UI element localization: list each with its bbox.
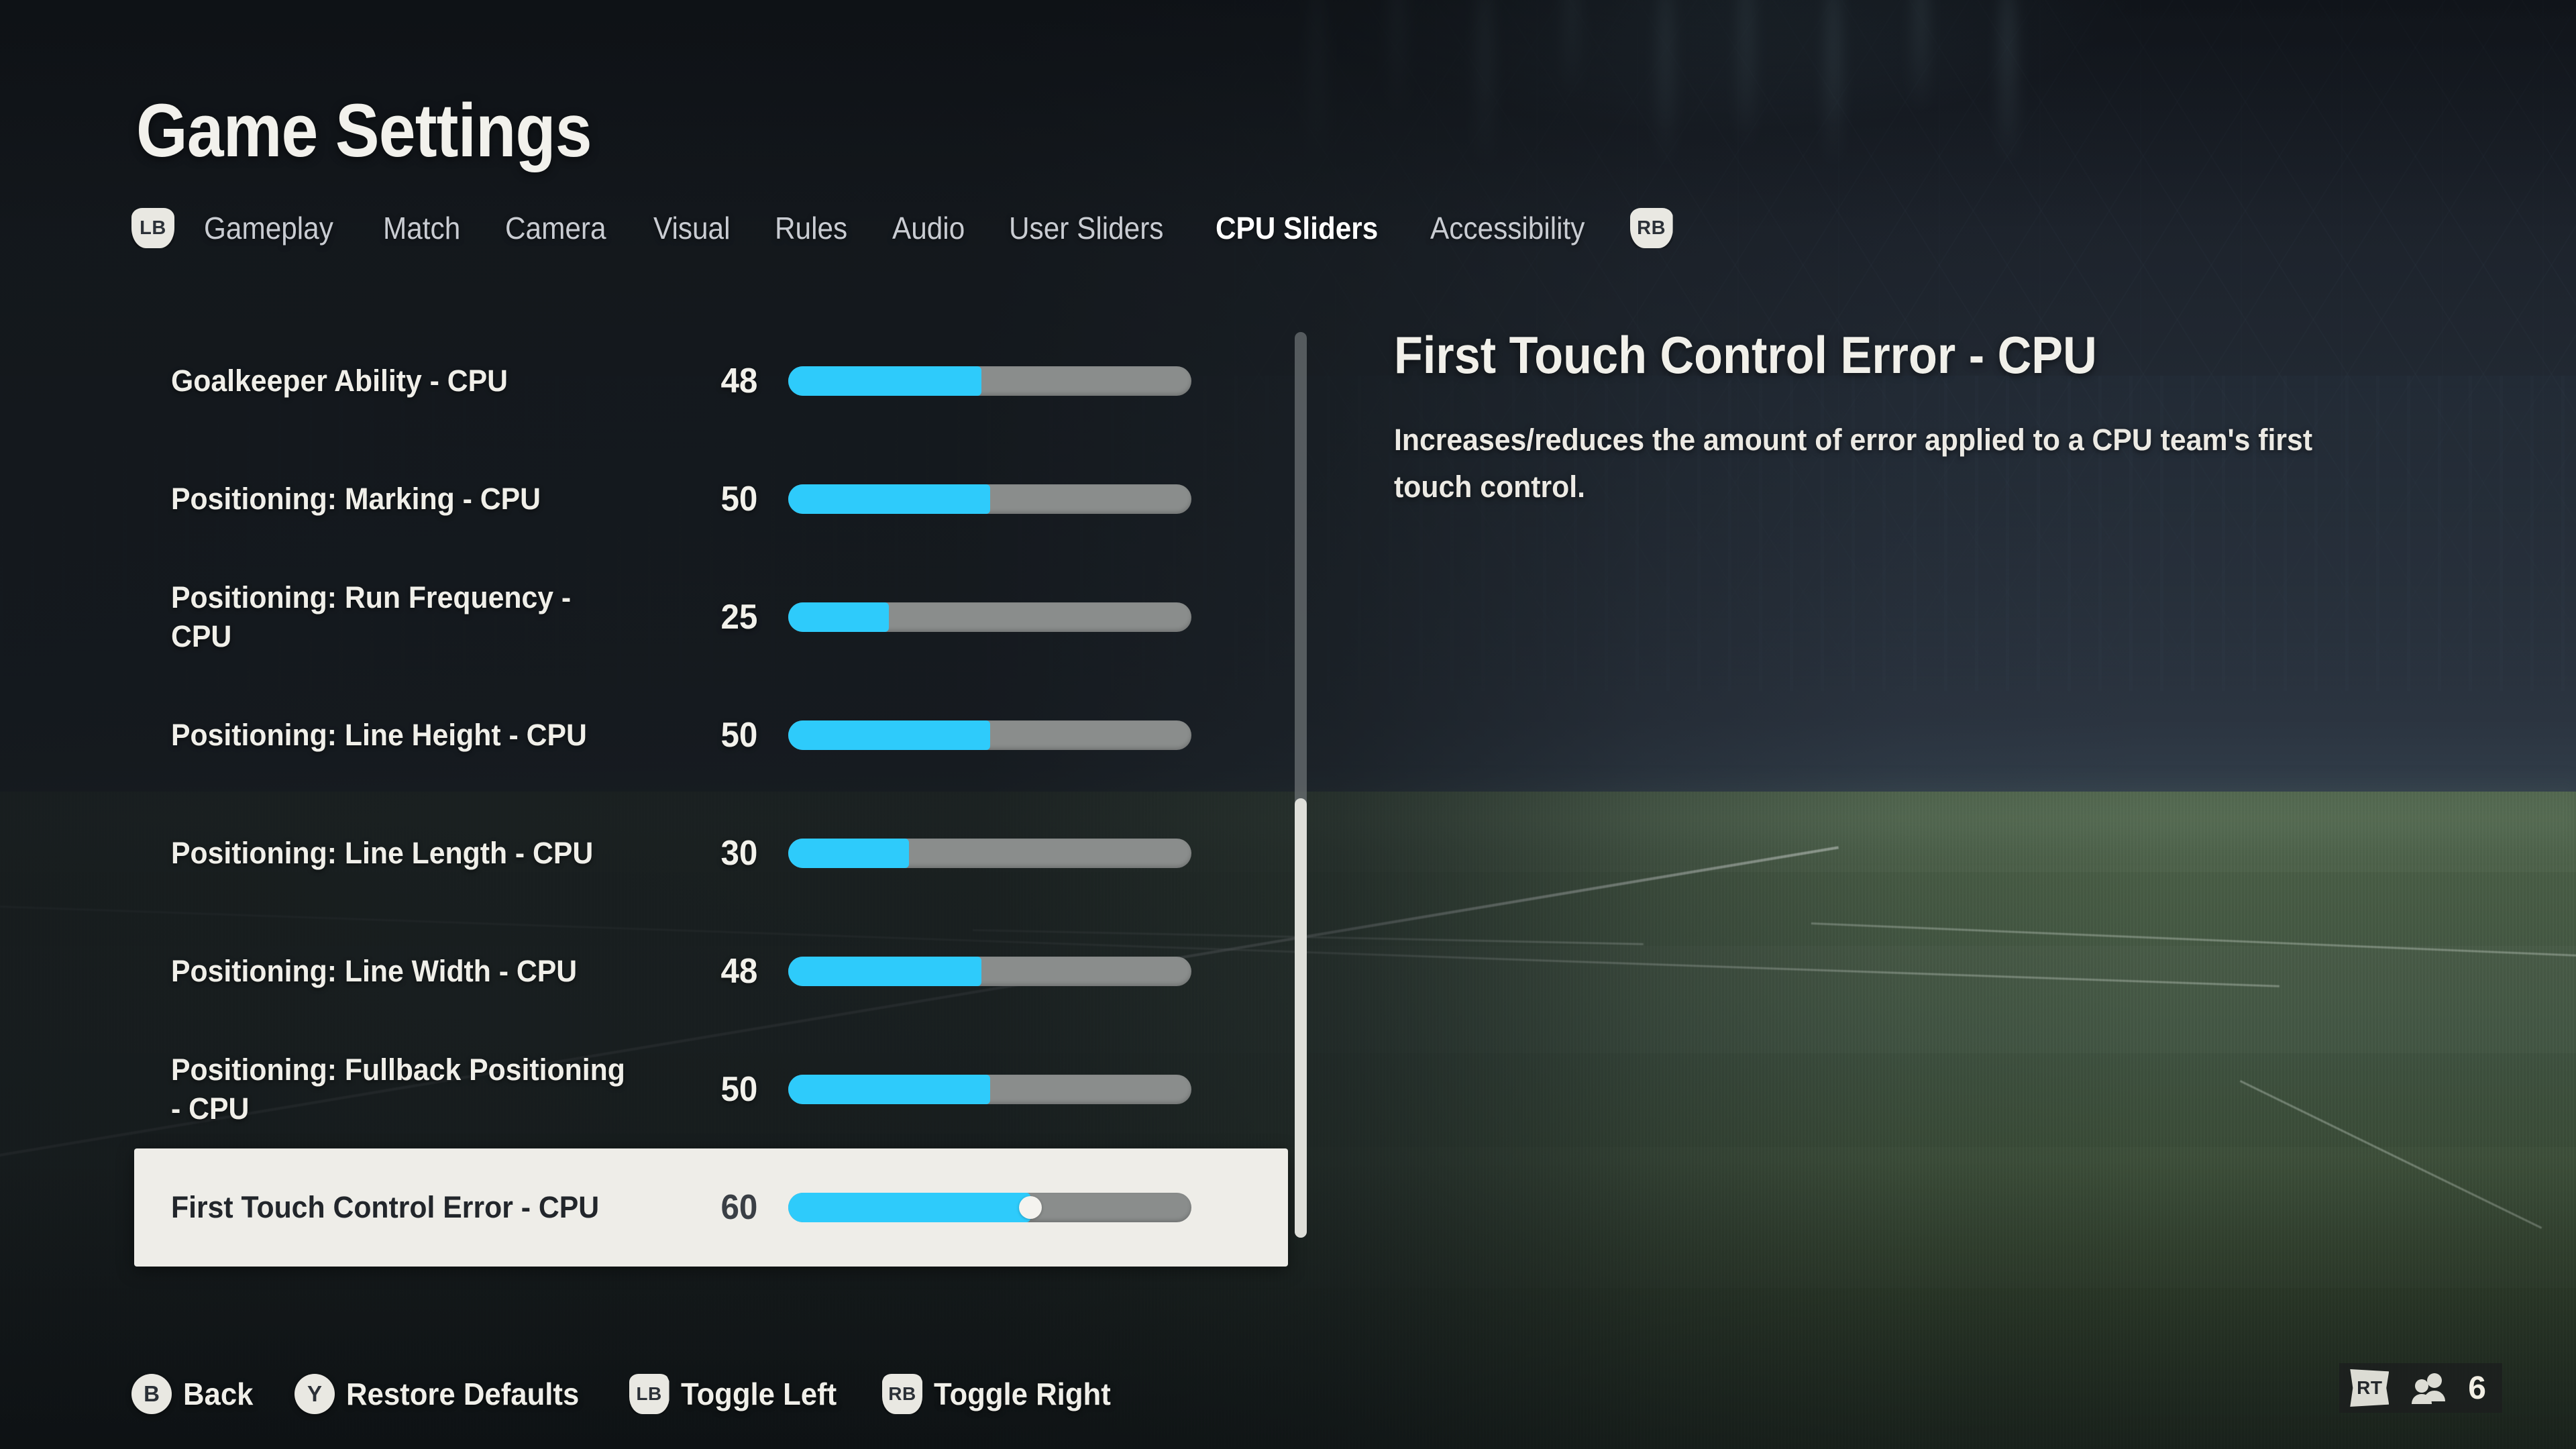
setting-label: Goalkeeper Ability - CPU bbox=[171, 364, 508, 398]
setting-slider[interactable] bbox=[788, 602, 1191, 632]
tab-bar: LB Gameplay Match Camera Visual Rules Audio Us… bbox=[131, 208, 1673, 248]
setting-slider[interactable] bbox=[788, 484, 1191, 514]
slider-fill bbox=[788, 957, 982, 986]
setting-label: Positioning: Run Frequency - CPU bbox=[171, 580, 572, 653]
detail-description: Increases/reduces the amount of error ap… bbox=[1394, 423, 2313, 504]
settings-row[interactable]: Positioning: Line Length - CPU 30 bbox=[134, 794, 1288, 912]
slider-fill bbox=[788, 839, 910, 868]
tab-accessibility[interactable]: Accessibility bbox=[1430, 210, 1585, 246]
hint-toggle-right[interactable]: RB Toggle Right bbox=[881, 1374, 1120, 1414]
hint-label: Toggle Right bbox=[933, 1377, 1111, 1411]
settings-row[interactable]: Positioning: Line Height - CPU 50 bbox=[134, 676, 1288, 794]
page-title: Game Settings bbox=[136, 89, 592, 172]
setting-label: Positioning: Line Height - CPU bbox=[171, 718, 587, 752]
setting-slider[interactable] bbox=[788, 839, 1191, 868]
detail-panel: First Touch Control Error - CPU Increase… bbox=[1394, 325, 2467, 511]
scrollbar-thumb[interactable] bbox=[1295, 798, 1307, 1238]
button-hint-bar: B Back Y Restore Defaults LB Toggle Left RB Tog… bbox=[131, 1368, 1158, 1419]
settings-row[interactable]: Positioning: Fullback Positioning - CPU 5… bbox=[134, 1030, 1288, 1148]
setting-value: 50 bbox=[720, 1070, 758, 1109]
b-button-icon: B bbox=[131, 1374, 172, 1414]
tab-camera[interactable]: Camera bbox=[505, 210, 606, 246]
rb-bumper-icon[interactable]: RB bbox=[1629, 208, 1673, 248]
rb-button-icon: RB bbox=[881, 1374, 922, 1414]
settings-row[interactable]: Goalkeeper Ability - CPU 48 bbox=[134, 322, 1288, 440]
slider-fill bbox=[788, 366, 982, 396]
tab-user-sliders[interactable]: User Sliders bbox=[1009, 210, 1163, 246]
hint-toggle-left[interactable]: LB Toggle Left bbox=[629, 1374, 845, 1414]
lb-button-icon: LB bbox=[629, 1374, 669, 1414]
slider-fill bbox=[788, 602, 890, 632]
hint-restore-defaults[interactable]: Y Restore Defaults bbox=[294, 1374, 592, 1414]
setting-value: 60 bbox=[720, 1188, 758, 1227]
lb-bumper-icon[interactable]: LB bbox=[131, 208, 174, 248]
setting-value: 50 bbox=[720, 716, 758, 755]
tab-audio[interactable]: Audio bbox=[892, 210, 965, 246]
settings-list: Goalkeeper Ability - CPU 48 Positioning: M… bbox=[134, 322, 1288, 1267]
setting-value: 30 bbox=[720, 834, 758, 873]
settings-row[interactable]: Positioning: Marking - CPU 50 bbox=[134, 440, 1288, 558]
setting-slider[interactable] bbox=[788, 366, 1191, 396]
setting-value: 50 bbox=[720, 480, 758, 519]
setting-label: Positioning: Line Width - CPU bbox=[171, 954, 578, 988]
tab-gameplay[interactable]: Gameplay bbox=[204, 210, 333, 246]
settings-row[interactable]: Positioning: Run Frequency - CPU 25 bbox=[134, 558, 1288, 676]
player-count-value: 6 bbox=[2468, 1370, 2486, 1406]
slider-thumb[interactable] bbox=[1018, 1196, 1042, 1219]
setting-slider[interactable] bbox=[788, 720, 1191, 750]
tab-rules[interactable]: Rules bbox=[775, 210, 847, 246]
slider-fill bbox=[788, 720, 990, 750]
setting-slider[interactable] bbox=[788, 1075, 1191, 1104]
setting-slider[interactable] bbox=[788, 957, 1191, 986]
setting-value: 48 bbox=[720, 362, 758, 400]
slider-fill bbox=[788, 1075, 990, 1104]
settings-row-selected[interactable]: First Touch Control Error - CPU 60 bbox=[134, 1148, 1288, 1267]
setting-slider[interactable] bbox=[788, 1193, 1191, 1222]
setting-value: 48 bbox=[720, 952, 758, 991]
setting-value: 25 bbox=[720, 598, 758, 637]
rt-trigger-icon[interactable]: RT bbox=[2350, 1369, 2390, 1407]
slider-fill bbox=[788, 1193, 1030, 1222]
setting-label: Positioning: Marking - CPU bbox=[171, 482, 541, 516]
tab-match[interactable]: Match bbox=[383, 210, 460, 246]
settings-row[interactable]: Positioning: Line Width - CPU 48 bbox=[134, 912, 1288, 1030]
slider-fill bbox=[788, 484, 990, 514]
player-count-pill[interactable]: RT 6 bbox=[2339, 1363, 2502, 1413]
setting-label: Positioning: Line Length - CPU bbox=[171, 836, 594, 870]
hint-label: Toggle Left bbox=[680, 1377, 837, 1411]
tab-visual[interactable]: Visual bbox=[653, 210, 731, 246]
scrollbar-track[interactable] bbox=[1295, 332, 1307, 1238]
setting-label: First Touch Control Error - CPU bbox=[171, 1190, 600, 1224]
setting-label: Positioning: Fullback Positioning - CPU bbox=[171, 1053, 625, 1126]
players-icon bbox=[2408, 1372, 2451, 1404]
y-button-icon: Y bbox=[294, 1374, 335, 1414]
detail-title: First Touch Control Error - CPU bbox=[1394, 325, 2097, 384]
hint-label: Restore Defaults bbox=[345, 1377, 580, 1411]
hint-label: Back bbox=[183, 1377, 254, 1411]
tab-cpu-sliders[interactable]: CPU Sliders bbox=[1216, 210, 1378, 246]
hint-back[interactable]: B Back bbox=[131, 1374, 257, 1414]
